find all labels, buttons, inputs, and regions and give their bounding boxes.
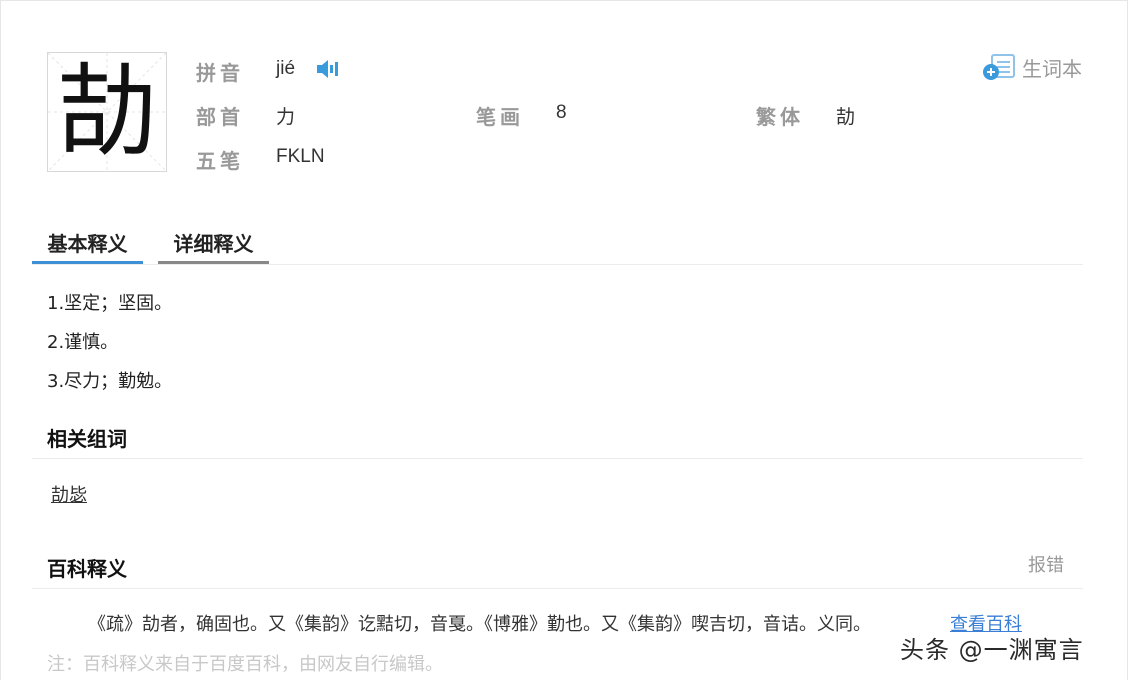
traditional-value: 劼 [836,107,856,128]
add-notebook-icon [983,54,1015,80]
radical-label: 部首 [196,105,244,129]
baike-divider [32,588,1083,589]
traditional-label: 繁体 [756,105,804,129]
strokes-value: 8 [556,102,567,123]
strokes-label: 笔画 [476,105,524,129]
baike-text: 《疏》劼者，确固也。又《集韵》讫黠切，音戛。《博雅》勤也。又《集韵》喫吉切，音诘… [88,614,871,635]
character-glyph: 劼 [57,53,157,170]
baike-note: 注：百科释义来自于百度百科，由网友自行编辑。 [47,654,443,675]
definition-item: 3.尽力；勤勉。 [47,371,173,392]
character-box: 劼 [47,52,167,172]
tab-detailed-meaning[interactable]: 详细释义 [158,226,269,264]
vocab-book-button[interactable]: 生词本 [982,52,1082,82]
report-error-link[interactable]: 报错 [1028,551,1064,577]
pinyin-label: 拼音 [196,61,244,85]
tab-basic-meaning[interactable]: 基本释义 [32,226,143,264]
baike-title: 百科释义 [47,557,127,581]
definition-item: 1.坚定；坚固。 [47,293,173,314]
related-word-link[interactable]: 劼毖 [51,481,87,507]
related-divider [32,458,1083,459]
wubi-value: FKLN [276,146,325,167]
definition-item: 2.谨慎。 [47,332,119,353]
wubi-label: 五笔 [196,149,244,173]
pinyin-value: jié [276,58,296,79]
radical-value: 力 [276,107,296,128]
speaker-icon[interactable] [316,58,342,80]
watermark: 头条 @一渊寓言 [900,636,1084,664]
related-words-title: 相关组词 [47,427,127,451]
tabs-divider [32,264,1083,265]
vocab-book-label: 生词本 [1022,56,1082,81]
